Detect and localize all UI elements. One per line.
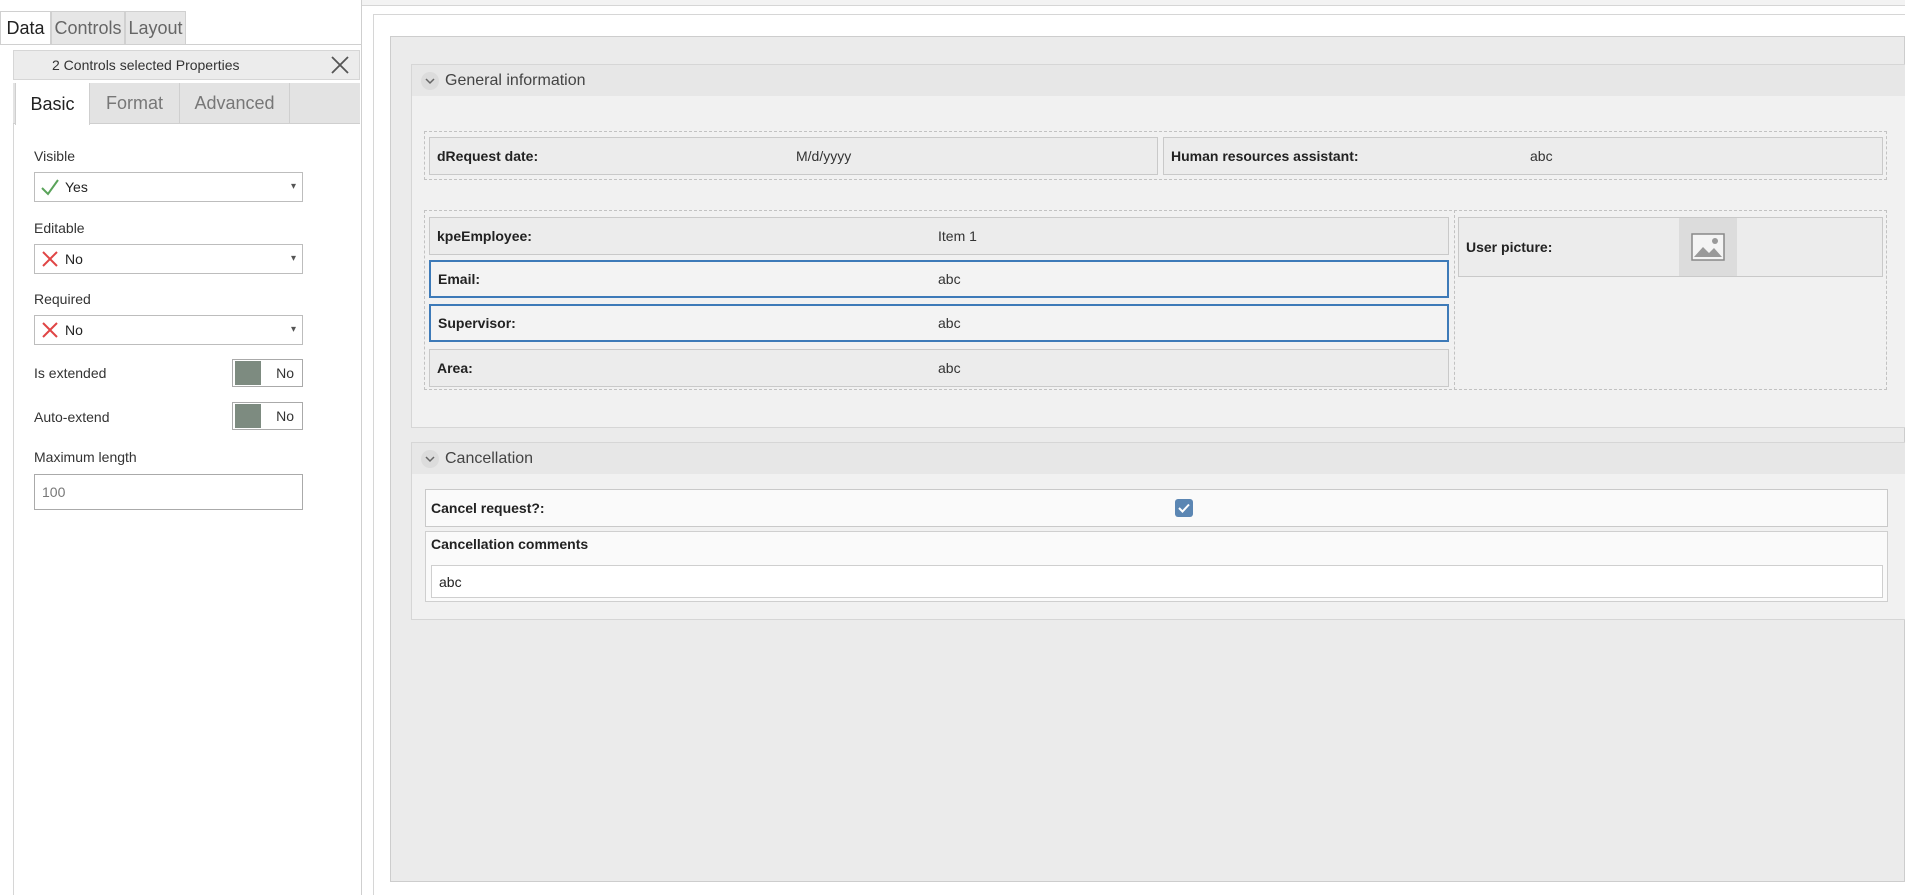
subtab-basic[interactable]: Basic [15, 83, 90, 125]
required-value: No [65, 322, 83, 338]
section-header[interactable]: General information [412, 65, 1905, 96]
field-value: M/d/yyyy [796, 148, 852, 164]
form-surface: General information dRequest date: M/d/y… [390, 36, 1905, 882]
max-length-input[interactable]: 100 [34, 474, 303, 510]
field-label: Supervisor: [438, 315, 516, 331]
visible-value: Yes [65, 179, 88, 195]
subtab-format[interactable]: Format [90, 83, 180, 124]
cancel-request-checkbox[interactable] [1175, 499, 1193, 517]
properties-title: 2 Controls selected Properties [52, 57, 240, 73]
auto-extend-label: Auto-extend [34, 409, 110, 425]
area-field[interactable]: Area: abc [429, 349, 1449, 387]
field-value: abc [938, 360, 961, 376]
field-value: abc [938, 315, 961, 331]
field-label: Cancel request?: [431, 500, 545, 516]
properties-panel: Data Controls Layout 2 Controls selected… [0, 0, 362, 895]
x-icon [42, 322, 58, 338]
toggle-knob [235, 361, 261, 385]
tab-divider [0, 44, 362, 45]
section-title: General information [445, 71, 586, 89]
field-label: Cancellation comments [431, 536, 589, 552]
tab-controls[interactable]: Controls [51, 11, 125, 44]
is-extended-label: Is extended [34, 365, 107, 381]
user-picture-field[interactable]: User picture: [1458, 217, 1883, 277]
chevron-down-icon: ▾ [290, 253, 296, 264]
field-label: Area: [437, 360, 473, 376]
section-title: Cancellation [445, 449, 534, 467]
field-label: dRequest date: [437, 148, 539, 164]
field-value: Item 1 [938, 228, 977, 244]
tab-data[interactable]: Data [0, 11, 51, 44]
field-label: Human resources assistant: [1171, 148, 1359, 164]
editable-label: Editable [34, 220, 85, 236]
x-icon [42, 251, 58, 267]
auto-extend-value: No [276, 408, 294, 424]
chevron-down-icon[interactable] [421, 449, 439, 468]
tab-layout[interactable]: Layout [125, 11, 186, 44]
section-cancellation: Cancellation Cancel request?: Cancellati… [411, 442, 1905, 620]
properties-subtabs: Basic Format Advanced [13, 83, 360, 125]
visible-select[interactable]: Yes ▾ [34, 172, 303, 202]
field-label: kpeEmployee: [437, 228, 532, 244]
field-label: User picture: [1466, 239, 1553, 255]
section-general-information: General information dRequest date: M/d/y… [411, 64, 1905, 428]
panel-border [13, 124, 14, 895]
editable-select[interactable]: No ▾ [34, 244, 303, 274]
max-length-label: Maximum length [34, 449, 137, 465]
request-date-field[interactable]: dRequest date: M/d/yyyy [429, 137, 1158, 175]
hr-assistant-field[interactable]: Human resources assistant: abc [1163, 137, 1883, 175]
email-field[interactable]: Email: abc [429, 260, 1449, 298]
field-value: abc [938, 271, 961, 287]
cancel-request-field[interactable]: Cancel request?: [425, 489, 1888, 527]
max-length-value: 100 [42, 484, 66, 500]
required-label: Required [34, 291, 91, 307]
chevron-down-icon: ▾ [290, 181, 296, 192]
section-header[interactable]: Cancellation [412, 443, 1905, 474]
toggle-knob [235, 404, 261, 428]
cancellation-comments-input[interactable]: abc [431, 565, 1883, 598]
image-icon [1691, 233, 1725, 261]
employee-field[interactable]: kpeEmployee: Item 1 [429, 217, 1449, 255]
cancellation-comments-field[interactable]: Cancellation comments abc [425, 531, 1888, 602]
check-icon [1178, 503, 1190, 513]
visible-label: Visible [34, 148, 75, 164]
editable-value: No [65, 251, 83, 267]
subtab-advanced[interactable]: Advanced [180, 83, 290, 124]
check-icon [41, 179, 59, 196]
is-extended-toggle[interactable]: No [232, 359, 303, 387]
properties-header: 2 Controls selected Properties [13, 50, 360, 80]
image-placeholder[interactable] [1679, 218, 1737, 276]
field-value: abc [1530, 148, 1553, 164]
supervisor-field[interactable]: Supervisor: abc [429, 304, 1449, 342]
is-extended-value: No [276, 365, 294, 381]
chevron-down-icon[interactable] [421, 71, 439, 90]
field-label: Email: [438, 271, 481, 287]
close-icon[interactable] [329, 54, 351, 76]
field-value: abc [439, 573, 462, 590]
required-select[interactable]: No ▾ [34, 315, 303, 345]
chevron-down-icon: ▾ [290, 324, 296, 335]
auto-extend-toggle[interactable]: No [232, 402, 303, 430]
